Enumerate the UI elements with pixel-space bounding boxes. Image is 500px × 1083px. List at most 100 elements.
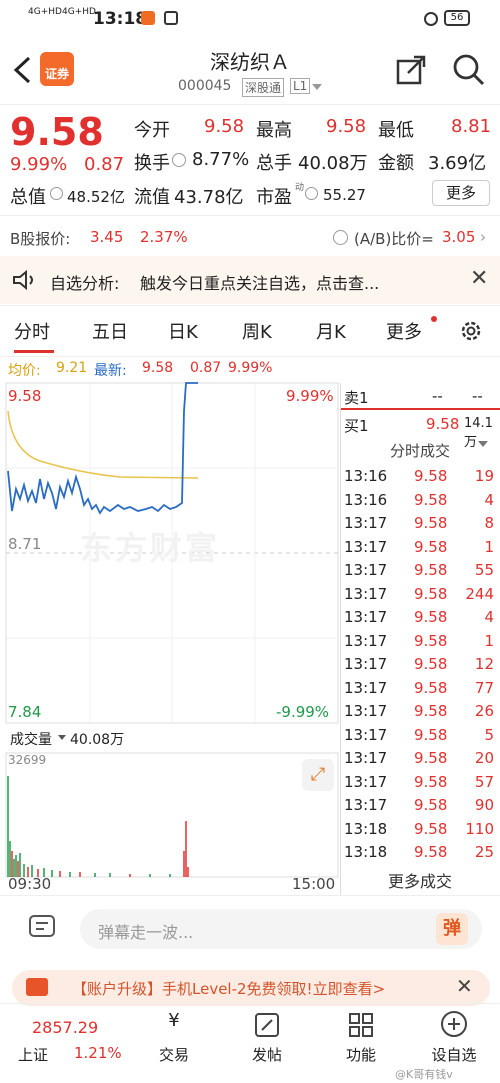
trade-row: 13:17 9.58 57 [340,771,500,795]
nav-functions[interactable]: 功能 [321,1044,401,1065]
chevron-right-icon[interactable]: › [480,228,486,246]
trade-icon[interactable]: ¥ [154,1010,194,1036]
period-tabs: 分时 五日 日K 周K 月K 更多 [0,305,500,357]
share-icon[interactable] [396,55,426,85]
divider [340,383,341,895]
trades-dropdown-icon[interactable] [478,441,488,447]
tab-monthly-k[interactable]: 月K [316,318,346,344]
dropdown-icon[interactable] [58,735,66,740]
danmaku-input[interactable]: 弹幕走一波... 弹 [80,909,482,949]
info-icon[interactable] [305,187,318,200]
tab-weekly-k[interactable]: 周K [242,318,272,344]
open-label: 今开 [134,120,170,141]
trade-row: 13:17 9.58 26 [340,700,500,724]
ad-text: 【账户升级】手机Level-2免费领取!立即查看> [72,980,386,998]
tab-daily-k[interactable]: 日K [168,318,198,344]
notice-bar[interactable]: 自选分析: 触发今日重点关注自选，点击查... ✕ [0,256,500,304]
trade-time: 13:17 [344,655,388,673]
trade-volume: 57 [474,772,494,791]
trade-time: 13:17 [344,584,388,603]
trade-time: 13:17 [344,537,388,556]
help-icon[interactable] [333,230,348,245]
more-trades-button[interactable]: 更多成交 [340,868,500,892]
amount-label: 金额 [378,153,414,174]
trade-price: 9.58 [414,631,448,650]
trade-volume: 8 [484,514,494,532]
trade-row: 13:18 9.58 25 [340,841,500,865]
app-notify-icon [141,11,155,25]
signal-1: 4G+HD [28,7,62,17]
gallery-icon [164,11,178,25]
level-dropdown-icon[interactable] [312,84,322,90]
close-icon[interactable]: ✕ [470,266,488,291]
trade-row: 13:16 9.58 4 [340,489,500,513]
nav-trade[interactable]: 交易 [134,1044,214,1065]
trade-volume: 4 [484,608,494,626]
trade-row: 13:17 9.58 1 [340,630,500,654]
ad-close-icon[interactable]: ✕ [456,974,473,998]
nav-post[interactable]: 发帖 [227,1044,307,1065]
trade-time: 13:17 [344,608,388,626]
last-price: 9.58 [10,110,104,154]
volume-total: 40.08万 [70,732,125,748]
trade-row: 13:17 9.58 55 [340,559,500,583]
comment-list-icon[interactable] [28,913,58,943]
megaphone-icon [26,978,48,996]
trade-volume: 55 [474,561,494,579]
ab-ratio-value: 3.05 [442,228,476,246]
trade-volume: 25 [474,843,494,861]
index-value[interactable]: 2857.29 [32,1018,98,1037]
ad-banner[interactable]: 【账户升级】手机Level-2免费领取!立即查看> ✕ [12,970,490,1006]
b-share-price: 3.45 [90,228,124,246]
add-watchlist-icon[interactable] [440,1010,468,1038]
trade-volume: 244 [465,584,494,603]
b-share-pct: 2.37% [140,228,188,246]
bid1-label: 买1 [344,417,369,435]
trade-time: 13:17 [344,772,388,791]
index-name[interactable]: 上证 [18,1044,48,1065]
settings-gear-icon[interactable] [458,318,484,344]
divider [0,104,500,105]
info-icon[interactable] [172,153,186,167]
tab-five-day[interactable]: 五日 [92,318,128,344]
trade-volume: 1 [484,537,494,556]
turnover-label: 换手 [134,153,170,174]
change-pct: 9.99% [10,154,68,175]
level-badge[interactable]: L1 [290,78,311,94]
high-label: 最高 [256,120,292,141]
trades-title[interactable]: 分时成交 [340,440,500,461]
volume-selector[interactable]: 成交量 [10,729,52,749]
nav-add-watchlist[interactable]: 设自选 [414,1044,494,1065]
trade-volume: 19 [474,467,494,485]
search-icon[interactable] [452,53,486,87]
more-button[interactable]: 更多 [432,180,490,206]
pe-value: 55.27 [323,186,366,204]
expand-icon[interactable]: ⤢ [302,759,334,791]
y-max-label: 9.58 [8,387,42,405]
edit-post-icon[interactable] [254,1012,280,1038]
trade-volume: 26 [474,702,494,720]
time-end: 15:00 [292,875,336,893]
danmaku-send-button[interactable]: 弹 [436,913,468,945]
trade-time: 13:17 [344,702,388,720]
open-value: 9.58 [204,116,245,137]
trade-list: 13:16 9.58 19 13:16 9.58 4 13:17 9.58 8 13:17 9.58… [340,465,500,865]
trade-volume: 77 [474,678,494,697]
active-tab-indicator [14,350,54,353]
index-pct[interactable]: 1.21% [74,1044,122,1062]
tab-more[interactable]: 更多 [386,318,422,344]
info-icon[interactable] [50,187,63,200]
functions-grid-icon[interactable] [348,1012,374,1038]
intraday-chart[interactable]: 9.58 9.99% 8.71 东方财富 7.84 -9.99% 成交量 40.… [0,355,340,895]
trade-time: 13:17 [344,678,388,697]
mcap-label: 总值 [10,187,46,208]
notice-title: 自选分析: [50,274,120,293]
tab-intraday[interactable]: 分时 [14,318,50,344]
trade-price: 9.58 [414,843,448,861]
trade-time: 13:17 [344,561,388,579]
status-bar: 4G+HD 4G+HD 13:18 56 [0,0,500,38]
clock: 13:18 [93,9,148,29]
stock-code: 000045 [178,78,232,94]
float-value: 43.78亿 [174,187,244,208]
trade-price: 9.58 [414,678,448,697]
